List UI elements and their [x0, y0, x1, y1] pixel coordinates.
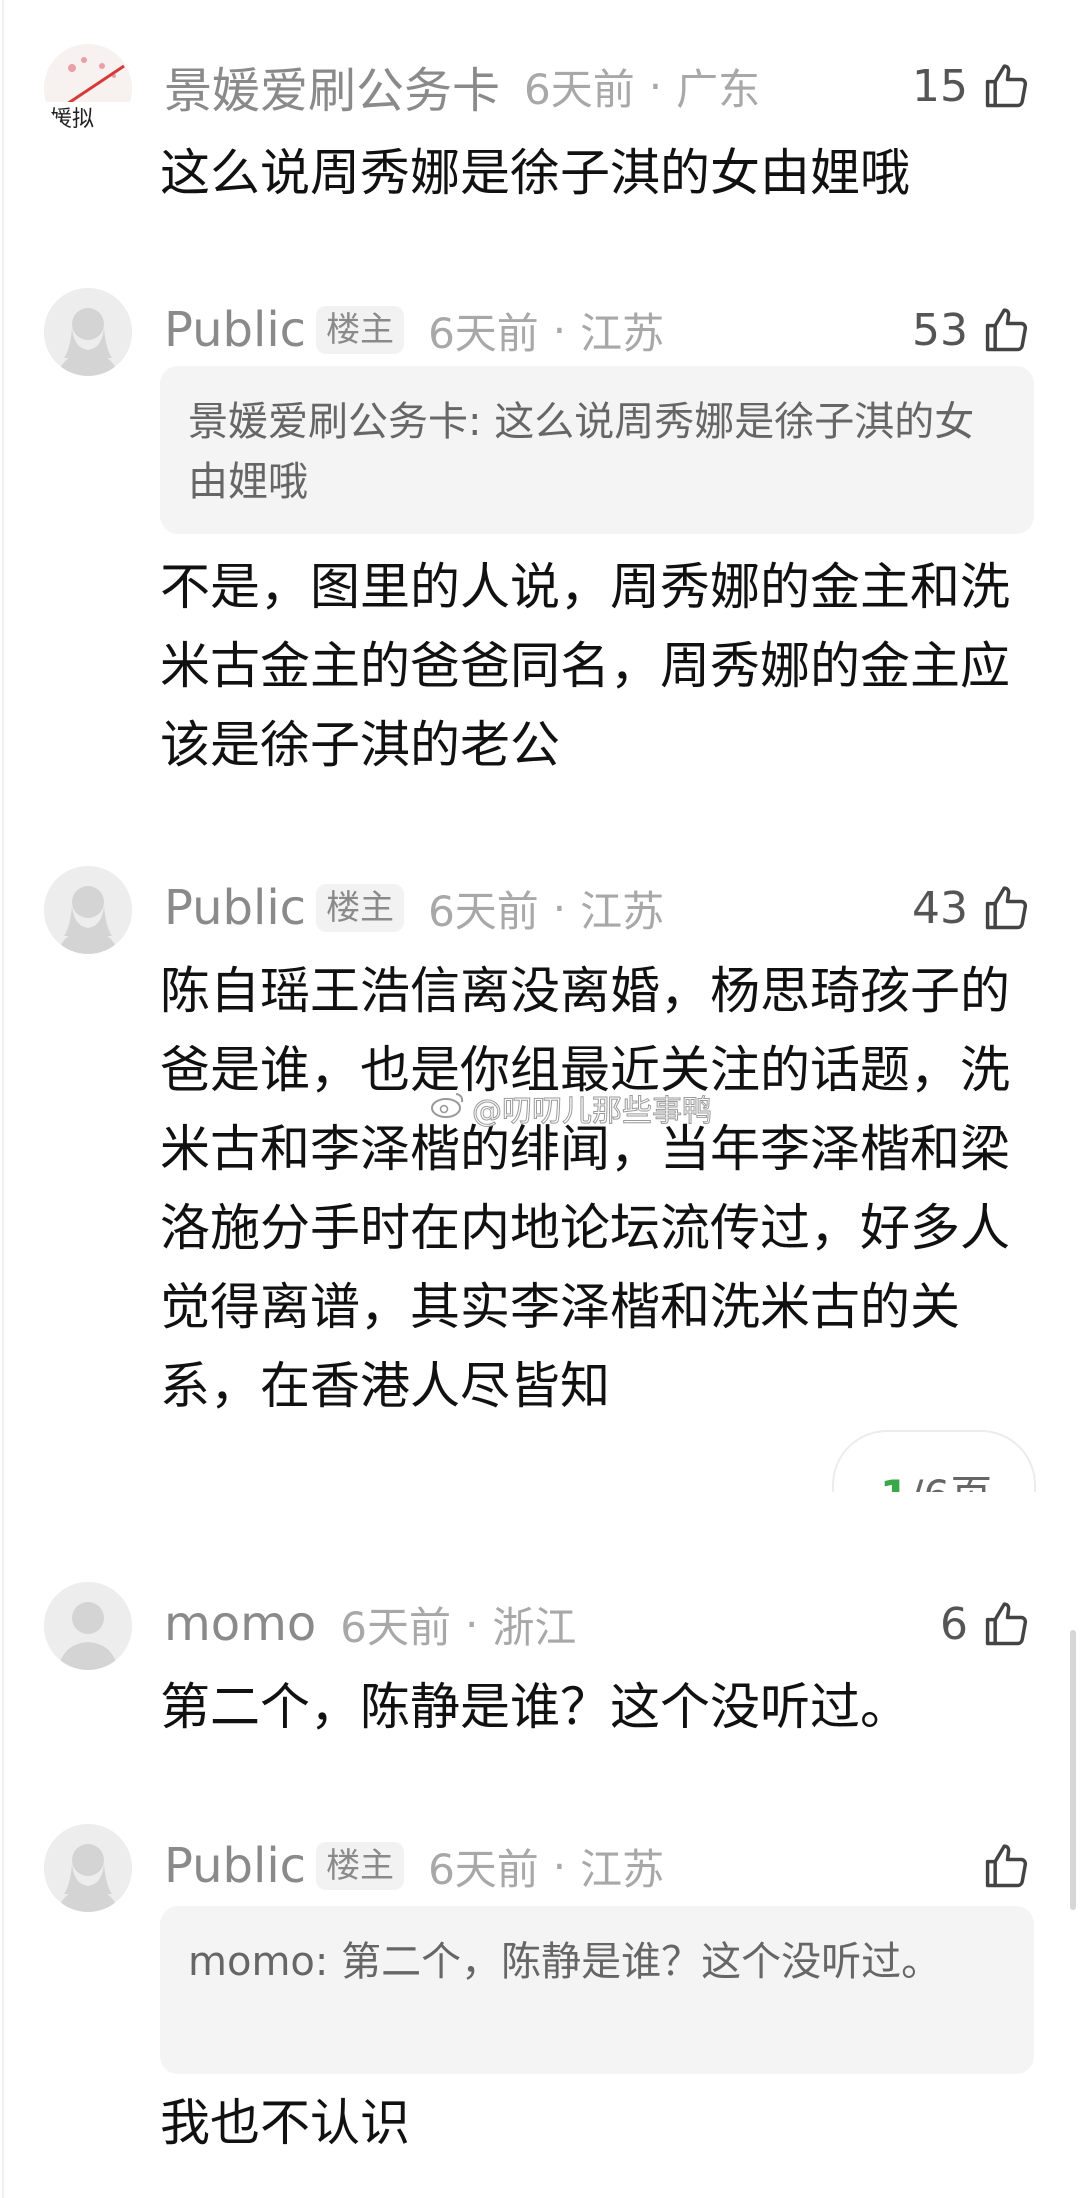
- like-count: 43: [912, 882, 968, 934]
- comment-text: 这么说周秀娜是徐子淇的女由娌哦: [160, 144, 910, 202]
- like-count: 6: [940, 1598, 968, 1650]
- comment-time: 6天前: [428, 886, 539, 936]
- separator-dot: ·: [552, 305, 567, 355]
- comment-region: 江苏: [580, 308, 665, 358]
- username[interactable]: 景媛爱刷公务卡: [164, 51, 500, 121]
- separator-dot: ·: [464, 1599, 479, 1649]
- comment-meta: Public 楼主 6天前 · 江苏: [164, 876, 664, 940]
- left-edge-divider: [2, 0, 4, 2198]
- comment-time: 6天前: [524, 64, 635, 114]
- separator-dot: ·: [552, 883, 567, 933]
- comment-time: 6天前: [340, 1602, 451, 1652]
- content-fade: [800, 1492, 1080, 1552]
- username[interactable]: Public: [164, 1838, 306, 1894]
- separator-dot: ·: [648, 61, 663, 111]
- comment-text: 不是，图里的人说，周秀娜的金主和洗米古金主的爸爸同名，周秀娜的金主应该是徐子淇的…: [160, 558, 1010, 774]
- user-avatar[interactable]: [44, 1582, 132, 1670]
- like-count: 53: [912, 304, 968, 356]
- like-button[interactable]: 15: [912, 54, 1032, 118]
- thumbs-up-icon[interactable]: [980, 882, 1032, 934]
- username[interactable]: momo: [164, 1596, 316, 1652]
- op-badge: 楼主: [316, 1842, 405, 1890]
- like-count: 15: [912, 60, 968, 112]
- comment-text: 第二个，陈静是谁？这个没听过。: [160, 1678, 910, 1736]
- comment-meta: 景媛爱刷公务卡 6天前 · 广东: [164, 51, 761, 121]
- quoted-reply[interactable]: 景媛爱刷公务卡: 这么说周秀娜是徐子淇的女由娌哦: [160, 366, 1034, 534]
- comment-region: 广东: [676, 64, 761, 114]
- op-badge: 楼主: [316, 884, 405, 932]
- comment-meta: Public 楼主 6天前 · 江苏: [164, 298, 664, 362]
- thumbs-up-icon[interactable]: [980, 304, 1032, 356]
- like-button[interactable]: 43: [912, 876, 1032, 940]
- comment-region: 江苏: [580, 1844, 665, 1894]
- comment-text: 我也不认识: [160, 2094, 410, 2152]
- like-button[interactable]: 6: [940, 1592, 1032, 1656]
- comment-text: 陈自瑶王浩信离没离婚，杨思琦孩子的爸是谁，也是你组最近关注的话题，洗米古和李泽楷…: [160, 962, 1010, 1415]
- comment-region: 浙江: [492, 1602, 577, 1652]
- scrollbar[interactable]: [1070, 1630, 1076, 1910]
- user-avatar[interactable]: [44, 288, 132, 376]
- username[interactable]: Public: [164, 880, 306, 936]
- user-avatar[interactable]: [44, 866, 132, 954]
- comment-time: 6天前: [428, 1844, 539, 1894]
- op-badge: 楼主: [316, 306, 405, 354]
- user-avatar[interactable]: [44, 1824, 132, 1912]
- like-button[interactable]: [968, 1834, 1032, 1898]
- username[interactable]: Public: [164, 302, 306, 358]
- svg-text:媛拟: 媛拟: [50, 107, 94, 132]
- thumbs-up-icon[interactable]: [980, 1598, 1032, 1650]
- separator-dot: ·: [552, 1841, 567, 1891]
- watermark: @叨叨儿那些事鸭: [430, 1086, 713, 1130]
- watermark-text: @叨叨儿那些事鸭: [472, 1094, 713, 1130]
- weibo-logo-icon: [430, 1089, 466, 1127]
- comment-region: 江苏: [580, 886, 665, 936]
- comment-meta: Public 楼主 6天前 · 江苏: [164, 1834, 664, 1898]
- user-avatar[interactable]: 媛拟: [44, 44, 132, 132]
- comment-time: 6天前: [428, 308, 539, 358]
- thumbs-up-icon[interactable]: [980, 1840, 1032, 1892]
- like-button[interactable]: 53: [912, 298, 1032, 362]
- comment-meta: momo 6天前 · 浙江: [164, 1592, 576, 1656]
- thumbs-up-icon[interactable]: [980, 60, 1032, 112]
- quoted-reply[interactable]: momo: 第二个，陈静是谁？这个没听过。: [160, 1906, 1034, 2074]
